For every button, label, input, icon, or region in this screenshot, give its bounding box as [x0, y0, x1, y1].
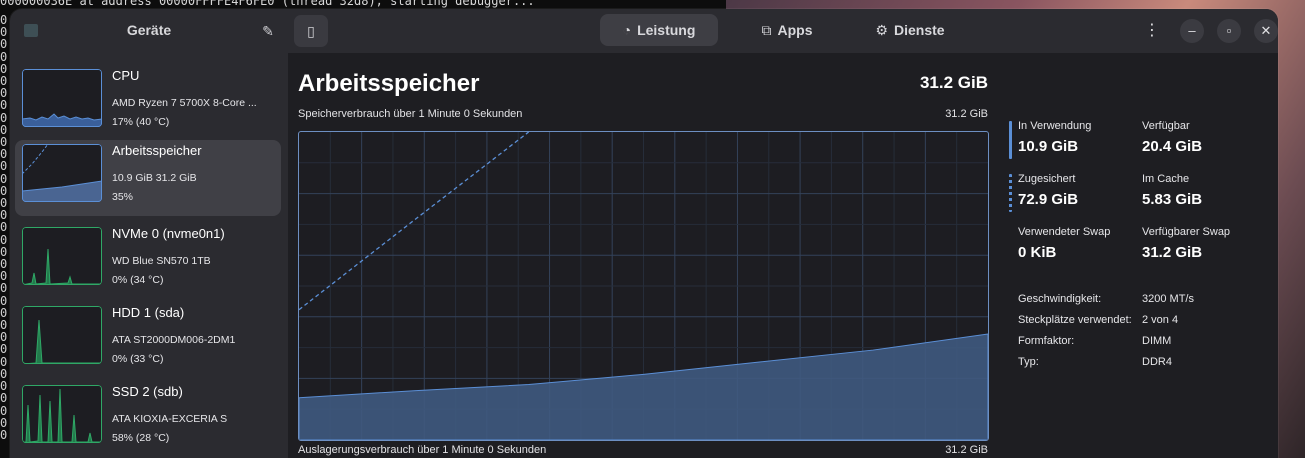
maximize-icon: ▫: [1226, 23, 1232, 38]
hdd-mini-chart: [22, 306, 102, 364]
memory-thumbnail-graph: [22, 144, 102, 202]
device-usage: 0% (33 °C): [112, 353, 164, 365]
detail-key: Typ:: [1018, 356, 1039, 368]
usage-graph-label: Speicherverbrauch über 1 Minute 0 Sekund…: [298, 108, 523, 120]
committed-memory-line: [299, 132, 530, 311]
stat-value: 20.4 GiB: [1142, 138, 1203, 155]
detail-key: Geschwindigkeit:: [1018, 293, 1102, 305]
device-item-cpu[interactable]: CPU AMD Ryzen 7 5700X 8-Core ... 17% (40…: [15, 65, 281, 141]
usage-graph-max: 31.2 GiB: [945, 108, 988, 120]
ssd-mini-chart: [22, 385, 102, 443]
page-title: Arbeitsspeicher: [298, 70, 480, 97]
gauge-icon: ◔: [622, 22, 632, 38]
sidebar-panel-icon: ▯: [307, 23, 315, 39]
stat-label: Zugesichert: [1018, 173, 1076, 185]
device-detail: AMD Ryzen 7 5700X 8-Core ...: [112, 97, 257, 109]
resources-window: Geräte ✎ CPU AMD Ryzen 7 5700X 8-Core ..…: [10, 9, 1278, 458]
swap-graph-max: 31.2 GiB: [945, 444, 988, 456]
in-use-indicator: [1009, 121, 1012, 159]
device-name: SSD 2 (sdb): [112, 384, 183, 399]
stat-committed: Zugesichert 72.9 GiB: [1009, 173, 1079, 212]
device-name: HDD 1 (sda): [112, 305, 185, 320]
terminal-line: 000000036E at address 00000FFFFE4F6FE0 (…: [0, 0, 535, 8]
hdd-thumbnail-graph: [22, 306, 102, 364]
apps-icon: ⧉: [761, 22, 772, 38]
device-item-memory[interactable]: Arbeitsspeicher 10.9 GiB 31.2 GiB 35%: [15, 140, 281, 216]
stat-label: In Verwendung: [1018, 120, 1092, 132]
close-button[interactable]: ✕: [1254, 19, 1278, 43]
stat-available: Verfügbar 20.4 GiB: [1142, 120, 1202, 155]
toggle-sidebar-button[interactable]: ▯: [294, 15, 328, 47]
header-bar: ▯ ◔ Leistung ⧉ Apps ⚙ Dienste ⋮ – ▫ ✕: [288, 9, 1278, 53]
tab-dienste[interactable]: ⚙ Dienste: [864, 14, 956, 46]
sidebar-title: Geräte: [126, 22, 172, 38]
stat-value: 5.83 GiB: [1142, 191, 1203, 208]
ssd-thumbnail-graph: [22, 385, 102, 443]
device-name: NVMe 0 (nvme0n1): [112, 226, 225, 241]
stat-label: Verwendeter Swap: [1018, 226, 1111, 238]
tab-leistung[interactable]: ◔ Leistung: [600, 14, 718, 46]
stat-swap-available: Verfügbarer Swap 31.2 GiB: [1142, 226, 1230, 261]
stat-swap-used: Verwendeter Swap 0 KiB: [1018, 226, 1110, 261]
device-sidebar: Geräte ✎ CPU AMD Ryzen 7 5700X 8-Core ..…: [10, 9, 288, 458]
device-name: CPU: [112, 68, 140, 83]
stat-value: 31.2 GiB: [1142, 244, 1203, 261]
detail-value: DIMM: [1142, 335, 1172, 347]
device-detail: ATA KIOXIA-EXCERIA S: [112, 413, 228, 425]
stat-value: 72.9 GiB: [1018, 191, 1079, 208]
device-detail: ATA ST2000DM006-2DM1: [112, 334, 236, 346]
minimize-button[interactable]: –: [1180, 19, 1204, 43]
tab-label: Apps: [777, 22, 813, 38]
stat-value: 10.9 GiB: [1018, 138, 1079, 155]
device-detail: WD Blue SN570 1TB: [112, 255, 211, 267]
tab-apps[interactable]: ⧉ Apps: [748, 14, 826, 46]
sidebar-header: Geräte ✎: [10, 9, 288, 53]
device-usage: 17% (40 °C): [112, 116, 170, 128]
stat-label: Verfügbarer Swap: [1142, 226, 1231, 238]
detail-value: 3200 MT/s: [1142, 293, 1194, 305]
maximize-button[interactable]: ▫: [1217, 19, 1241, 43]
detail-key: Formfaktor:: [1018, 335, 1075, 347]
stat-in-use: In Verwendung 10.9 GiB: [1009, 120, 1092, 159]
swap-graph-label: Auslagerungsverbrauch über 1 Minute 0 Se…: [298, 444, 547, 456]
stat-cached: Im Cache 5.83 GiB: [1142, 173, 1202, 208]
cpu-mini-chart: [22, 69, 102, 127]
cpu-thumbnail-graph: [22, 69, 102, 127]
memory-usage-chart: [299, 132, 988, 440]
tab-label: Leistung: [637, 22, 696, 38]
kebab-menu-icon[interactable]: ⋮: [1140, 19, 1164, 43]
device-item-hdd[interactable]: HDD 1 (sda) ATA ST2000DM006-2DM1 0% (33 …: [15, 302, 281, 378]
terminal-left-column: 00000000000000000000000000000000000: [0, 13, 8, 442]
memory-total: 31.2 GiB: [919, 73, 988, 92]
detail-key: Steckplätze verwendet:: [1018, 314, 1132, 326]
edit-pencil-icon[interactable]: ✎: [258, 21, 278, 41]
memory-mini-chart: [22, 144, 102, 202]
tab-label: Dienste: [893, 22, 945, 38]
device-item-nvme[interactable]: NVMe 0 (nvme0n1) WD Blue SN570 1TB 0% (3…: [15, 223, 281, 299]
stat-label: Im Cache: [1142, 173, 1190, 185]
memory-usage-graph: [298, 131, 989, 441]
gear-icon: ⚙: [875, 22, 888, 38]
detail-value: DDR4: [1142, 356, 1172, 368]
device-item-ssd[interactable]: SSD 2 (sdb) ATA KIOXIA-EXCERIA S 58% (28…: [15, 381, 281, 457]
device-usage: 35%: [112, 191, 134, 203]
committed-indicator: [1009, 174, 1012, 212]
minimize-icon: –: [1188, 23, 1196, 38]
stat-label: Verfügbar: [1142, 120, 1190, 132]
device-usage: 0% (34 °C): [112, 274, 164, 286]
memory-detail-page: Arbeitsspeicher 31.2 GiB Speicherverbrau…: [288, 53, 1278, 458]
device-detail: 10.9 GiB 31.2 GiB: [112, 172, 197, 184]
device-usage: 58% (28 °C): [112, 432, 170, 444]
detail-value: 2 von 4: [1142, 314, 1179, 326]
device-name: Arbeitsspeicher: [112, 143, 202, 158]
nvme-thumbnail-graph: [22, 227, 102, 285]
stat-value: 0 KiB: [1018, 244, 1057, 261]
nvme-mini-chart: [22, 227, 102, 285]
close-icon: ✕: [1260, 23, 1272, 38]
